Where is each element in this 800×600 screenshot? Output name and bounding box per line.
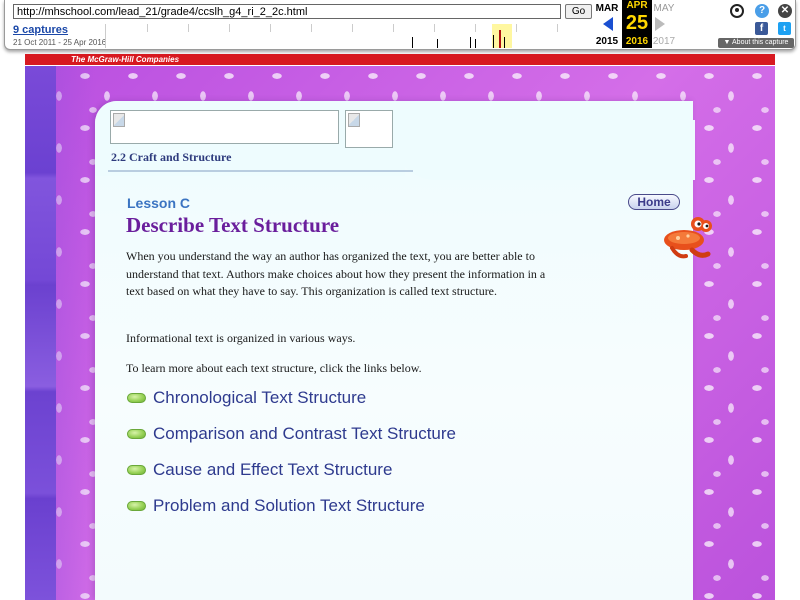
current-day: 25 (622, 12, 652, 35)
month-tick (147, 24, 148, 32)
close-icon[interactable]: ✕ (778, 4, 792, 18)
about-capture-button[interactable]: ▼ About this capture (718, 38, 794, 48)
month-tick (229, 24, 230, 32)
intro-paragraph: When you understand the way an author ha… (126, 249, 546, 298)
current-capture-tick (499, 30, 501, 48)
lesson-label: Lesson C (127, 195, 191, 211)
cause-effect-link[interactable]: Cause and Effect Text Structure (127, 459, 392, 481)
user-icon[interactable] (730, 4, 744, 18)
link-label[interactable]: Cause and Effect Text Structure (153, 460, 392, 480)
chronological-link[interactable]: Chronological Text Structure (127, 387, 366, 409)
instructions-paragraph: To learn more about each text structure,… (126, 361, 422, 375)
info-paragraph: Informational text is organized in vario… (126, 331, 356, 345)
capture-tick (475, 39, 476, 48)
help-icon[interactable]: ? (755, 4, 769, 18)
month-tick (270, 24, 271, 32)
month-tick (475, 24, 476, 32)
prev-month-label[interactable]: MAR (592, 3, 622, 14)
green-pill-bullet-icon (127, 501, 146, 511)
month-tick (311, 24, 312, 32)
month-tick (434, 24, 435, 32)
month-tick (393, 24, 394, 32)
comparison-contrast-link[interactable]: Comparison and Contrast Text Structure (127, 423, 456, 445)
home-button[interactable]: Home (628, 194, 680, 210)
month-tick (557, 24, 558, 32)
current-month-highlight (492, 24, 512, 48)
month-tick (352, 24, 353, 32)
green-pill-bullet-icon (127, 465, 146, 475)
panel-notch-fill (395, 120, 695, 180)
problem-solution-link[interactable]: Problem and Solution Text Structure (127, 495, 425, 517)
capture-tick (504, 37, 505, 48)
capture-date-range: 21 Oct 2011 - 25 Apr 2016 (13, 38, 107, 47)
publisher-logo-text: The McGraw-Hill Companies (71, 55, 180, 64)
link-label[interactable]: Comparison and Contrast Text Structure (153, 424, 456, 444)
current-month-label: APR (622, 0, 652, 12)
left-decorative-strip (25, 66, 56, 600)
banner-image-broken (110, 110, 339, 144)
twitter-icon[interactable]: t (778, 22, 791, 35)
capture-tick (437, 39, 438, 48)
next-month-label: MAY (653, 3, 675, 14)
banner-icon-image-broken (345, 110, 393, 148)
go-button[interactable]: Go (565, 4, 592, 19)
link-label[interactable]: Chronological Text Structure (153, 388, 366, 408)
capture-tick (493, 35, 494, 48)
wayback-toolbar: Go 9 captures 21 Oct 2011 - 25 Apr 2016 … (4, 0, 796, 50)
prev-year-label[interactable]: 2015 (592, 36, 622, 47)
publisher-bar: The McGraw-Hill Companies (25, 54, 775, 65)
capture-tick (412, 37, 413, 48)
green-pill-bullet-icon (127, 393, 146, 403)
capture-tick (470, 37, 471, 48)
page-title: Describe Text Structure (126, 213, 340, 237)
current-year-label: 2016 (622, 35, 652, 48)
section-divider (108, 170, 413, 172)
captures-link[interactable]: 9 captures (13, 24, 68, 36)
left-shadow (56, 66, 96, 600)
green-pill-bullet-icon (127, 429, 146, 439)
next-year-label: 2017 (652, 36, 676, 47)
facebook-icon[interactable]: f (755, 22, 768, 35)
section-title: 2.2 Craft and Structure (111, 150, 232, 164)
month-tick (516, 24, 517, 32)
month-tick (188, 24, 189, 32)
capture-sparkline[interactable] (105, 24, 597, 48)
frog-mascot-icon (664, 217, 712, 259)
url-input[interactable] (13, 4, 561, 19)
link-label[interactable]: Problem and Solution Text Structure (153, 496, 425, 516)
prev-capture-arrow-icon[interactable] (603, 17, 613, 31)
next-capture-arrow-icon (655, 17, 665, 31)
